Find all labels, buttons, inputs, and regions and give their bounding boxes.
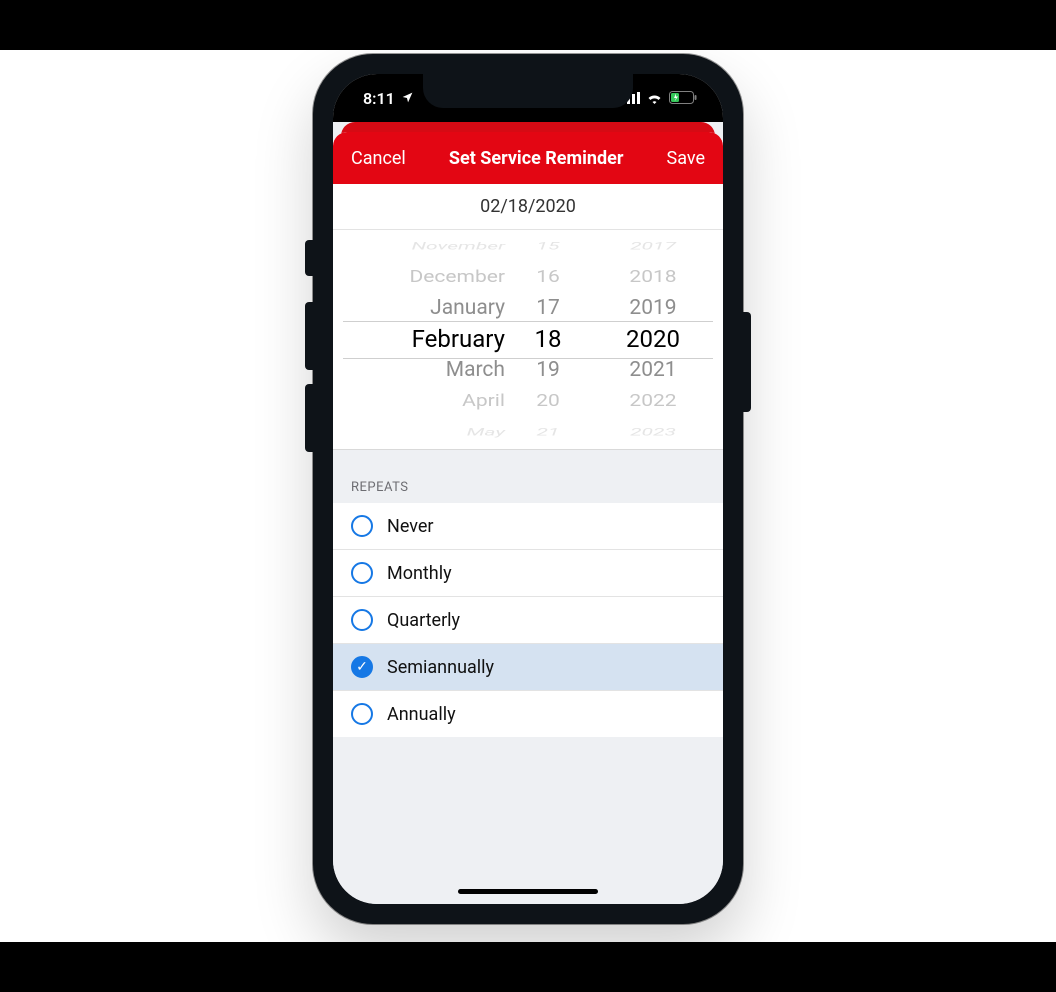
radio-icon	[351, 609, 373, 631]
day-picker-column[interactable]: 15 16 17 18 19 20 21	[513, 230, 583, 449]
battery-icon	[669, 89, 697, 108]
date-picker[interactable]: November December January February March…	[333, 230, 723, 450]
picker-item[interactable]: March	[333, 355, 505, 386]
repeat-option-quarterly[interactable]: Quarterly	[333, 597, 723, 644]
selected-date-display: 02/18/2020	[333, 184, 723, 230]
home-indicator[interactable]	[458, 889, 598, 894]
status-time: 8:11	[363, 89, 395, 108]
picker-item[interactable]: 2017	[583, 239, 723, 255]
picker-item[interactable]: 2021	[583, 355, 723, 386]
repeat-option-label: Never	[387, 516, 434, 537]
cancel-button[interactable]: Cancel	[351, 148, 406, 169]
radio-icon	[351, 515, 373, 537]
repeat-option-monthly[interactable]: Monthly	[333, 550, 723, 597]
picker-item[interactable]: April	[333, 389, 505, 414]
picker-item-selected[interactable]: 2020	[583, 324, 723, 355]
picker-item[interactable]: May	[333, 425, 505, 441]
picker-item[interactable]: November	[333, 239, 505, 255]
phone-frame: 8:11	[313, 54, 743, 924]
picker-item[interactable]: 21	[513, 425, 583, 441]
picker-item[interactable]: 19	[513, 355, 583, 386]
radio-icon	[351, 562, 373, 584]
radio-checked-icon: ✓	[351, 656, 373, 678]
picker-item[interactable]: January	[333, 293, 505, 324]
picker-item-selected[interactable]: 18	[513, 324, 583, 355]
picker-item[interactable]: 15	[513, 239, 583, 255]
repeat-option-label: Semiannually	[387, 657, 494, 678]
modal-sheet: Cancel Set Service Reminder Save 02/18/2…	[333, 132, 723, 904]
picker-item[interactable]: 20	[513, 389, 583, 414]
nav-title: Set Service Reminder	[449, 148, 624, 169]
nav-bar: Cancel Set Service Reminder Save	[333, 132, 723, 184]
save-button[interactable]: Save	[667, 148, 706, 169]
phone-screen: 8:11	[333, 74, 723, 904]
repeat-option-label: Annually	[387, 704, 456, 725]
picker-item-selected[interactable]: February	[333, 324, 505, 355]
volume-down-button	[305, 384, 313, 452]
picker-item[interactable]: 2022	[583, 389, 723, 414]
repeat-option-annually[interactable]: Annually	[333, 691, 723, 737]
wifi-icon	[646, 89, 663, 108]
location-icon	[401, 89, 414, 108]
power-button	[743, 312, 751, 412]
radio-icon	[351, 703, 373, 725]
phone-notch	[423, 74, 633, 108]
year-picker-column[interactable]: 2017 2018 2019 2020 2021 2022 2023	[583, 230, 723, 449]
picker-item[interactable]: 2019	[583, 293, 723, 324]
repeat-option-semiannually[interactable]: ✓ Semiannually	[333, 644, 723, 691]
volume-up-button	[305, 302, 313, 370]
repeat-option-label: Quarterly	[387, 610, 460, 631]
mute-switch	[305, 240, 313, 276]
repeats-list: Never Monthly Quarterly ✓ Semiannually	[333, 503, 723, 737]
repeats-section-header: REPEATS	[333, 472, 723, 503]
repeat-option-label: Monthly	[387, 563, 452, 584]
picker-item[interactable]: December	[333, 265, 505, 290]
picker-item[interactable]: 2018	[583, 265, 723, 290]
picker-item[interactable]: 2023	[583, 425, 723, 441]
picker-item[interactable]: 16	[513, 265, 583, 290]
month-picker-column[interactable]: November December January February March…	[333, 230, 513, 449]
picker-item[interactable]: 17	[513, 293, 583, 324]
repeat-option-never[interactable]: Never	[333, 503, 723, 550]
